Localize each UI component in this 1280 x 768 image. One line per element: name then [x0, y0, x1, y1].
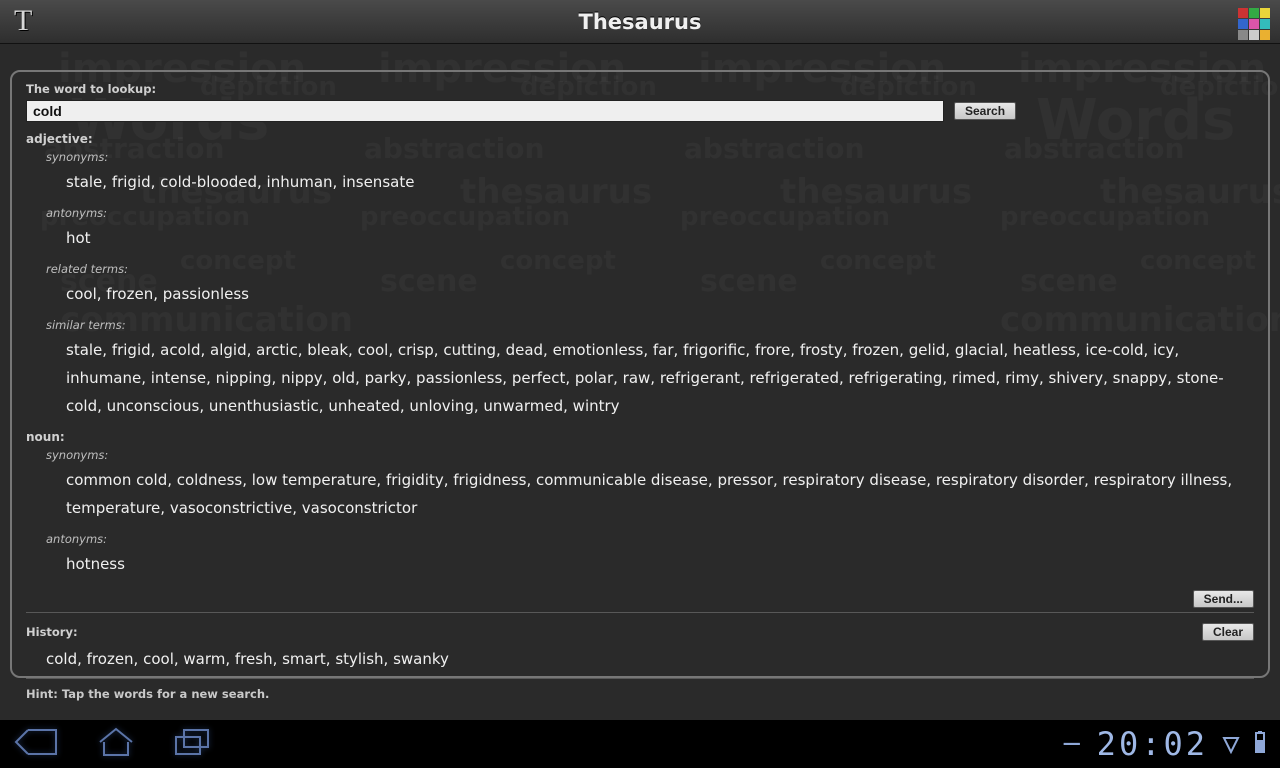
- notification-minus-icon[interactable]: −: [1061, 729, 1083, 759]
- hint-text: Hint: Tap the words for a new search.: [26, 687, 1254, 701]
- search-button[interactable]: Search: [954, 102, 1016, 120]
- noun-synonyms-terms[interactable]: common cold, coldness, low temperature, …: [66, 466, 1254, 522]
- adj-antonyms-label: antonyms:: [46, 206, 1254, 220]
- noun-synonyms-label: synonyms:: [46, 448, 1254, 462]
- history-label: History:: [26, 625, 78, 639]
- noun-antonyms-label: antonyms:: [46, 532, 1254, 546]
- history-terms[interactable]: cold, frozen, cool, warm, fresh, smart, …: [46, 650, 1254, 668]
- adj-synonyms-label: synonyms:: [46, 150, 1254, 164]
- separator: [26, 612, 1254, 613]
- wifi-icon[interactable]: [1222, 730, 1240, 758]
- battery-icon[interactable]: [1254, 730, 1266, 758]
- recent-apps-icon[interactable]: [172, 727, 212, 761]
- adj-synonyms-terms[interactable]: stale, frigid, cold-blooded, inhuman, in…: [66, 168, 1254, 196]
- clear-history-button[interactable]: Clear: [1202, 623, 1254, 641]
- app-logo-icon: T: [14, 4, 32, 38]
- app-title: Thesaurus: [579, 10, 702, 34]
- status-clock[interactable]: 20:02: [1097, 725, 1208, 763]
- send-button[interactable]: Send...: [1193, 590, 1254, 608]
- search-row: Search: [26, 100, 1254, 122]
- adj-antonyms-terms[interactable]: hot: [66, 224, 1254, 252]
- home-icon[interactable]: [96, 726, 136, 762]
- back-icon[interactable]: [14, 727, 60, 761]
- pos-noun-heading: noun:: [26, 430, 1254, 444]
- main-panel: The word to lookup: Search adjective: sy…: [10, 70, 1270, 678]
- noun-antonyms-terms[interactable]: hotness: [66, 550, 1254, 578]
- app-top-bar: T Thesaurus: [0, 0, 1280, 44]
- system-nav-bar: − 20:02: [0, 720, 1280, 768]
- adj-related-terms[interactable]: cool, frozen, passionless: [66, 280, 1254, 308]
- adj-related-label: related terms:: [46, 262, 1254, 276]
- lookup-label: The word to lookup:: [26, 82, 1254, 96]
- history-block: History: Clear cold, frozen, cool, warm,…: [26, 621, 1254, 668]
- lookup-input[interactable]: [26, 100, 944, 122]
- pos-adjective-heading: adjective:: [26, 132, 1254, 146]
- adj-similar-label: similar terms:: [46, 318, 1254, 332]
- apps-grid-icon[interactable]: [1238, 8, 1270, 40]
- separator-2: [26, 678, 1254, 679]
- adj-similar-terms[interactable]: stale, frigid, acold, algid, arctic, ble…: [66, 336, 1254, 420]
